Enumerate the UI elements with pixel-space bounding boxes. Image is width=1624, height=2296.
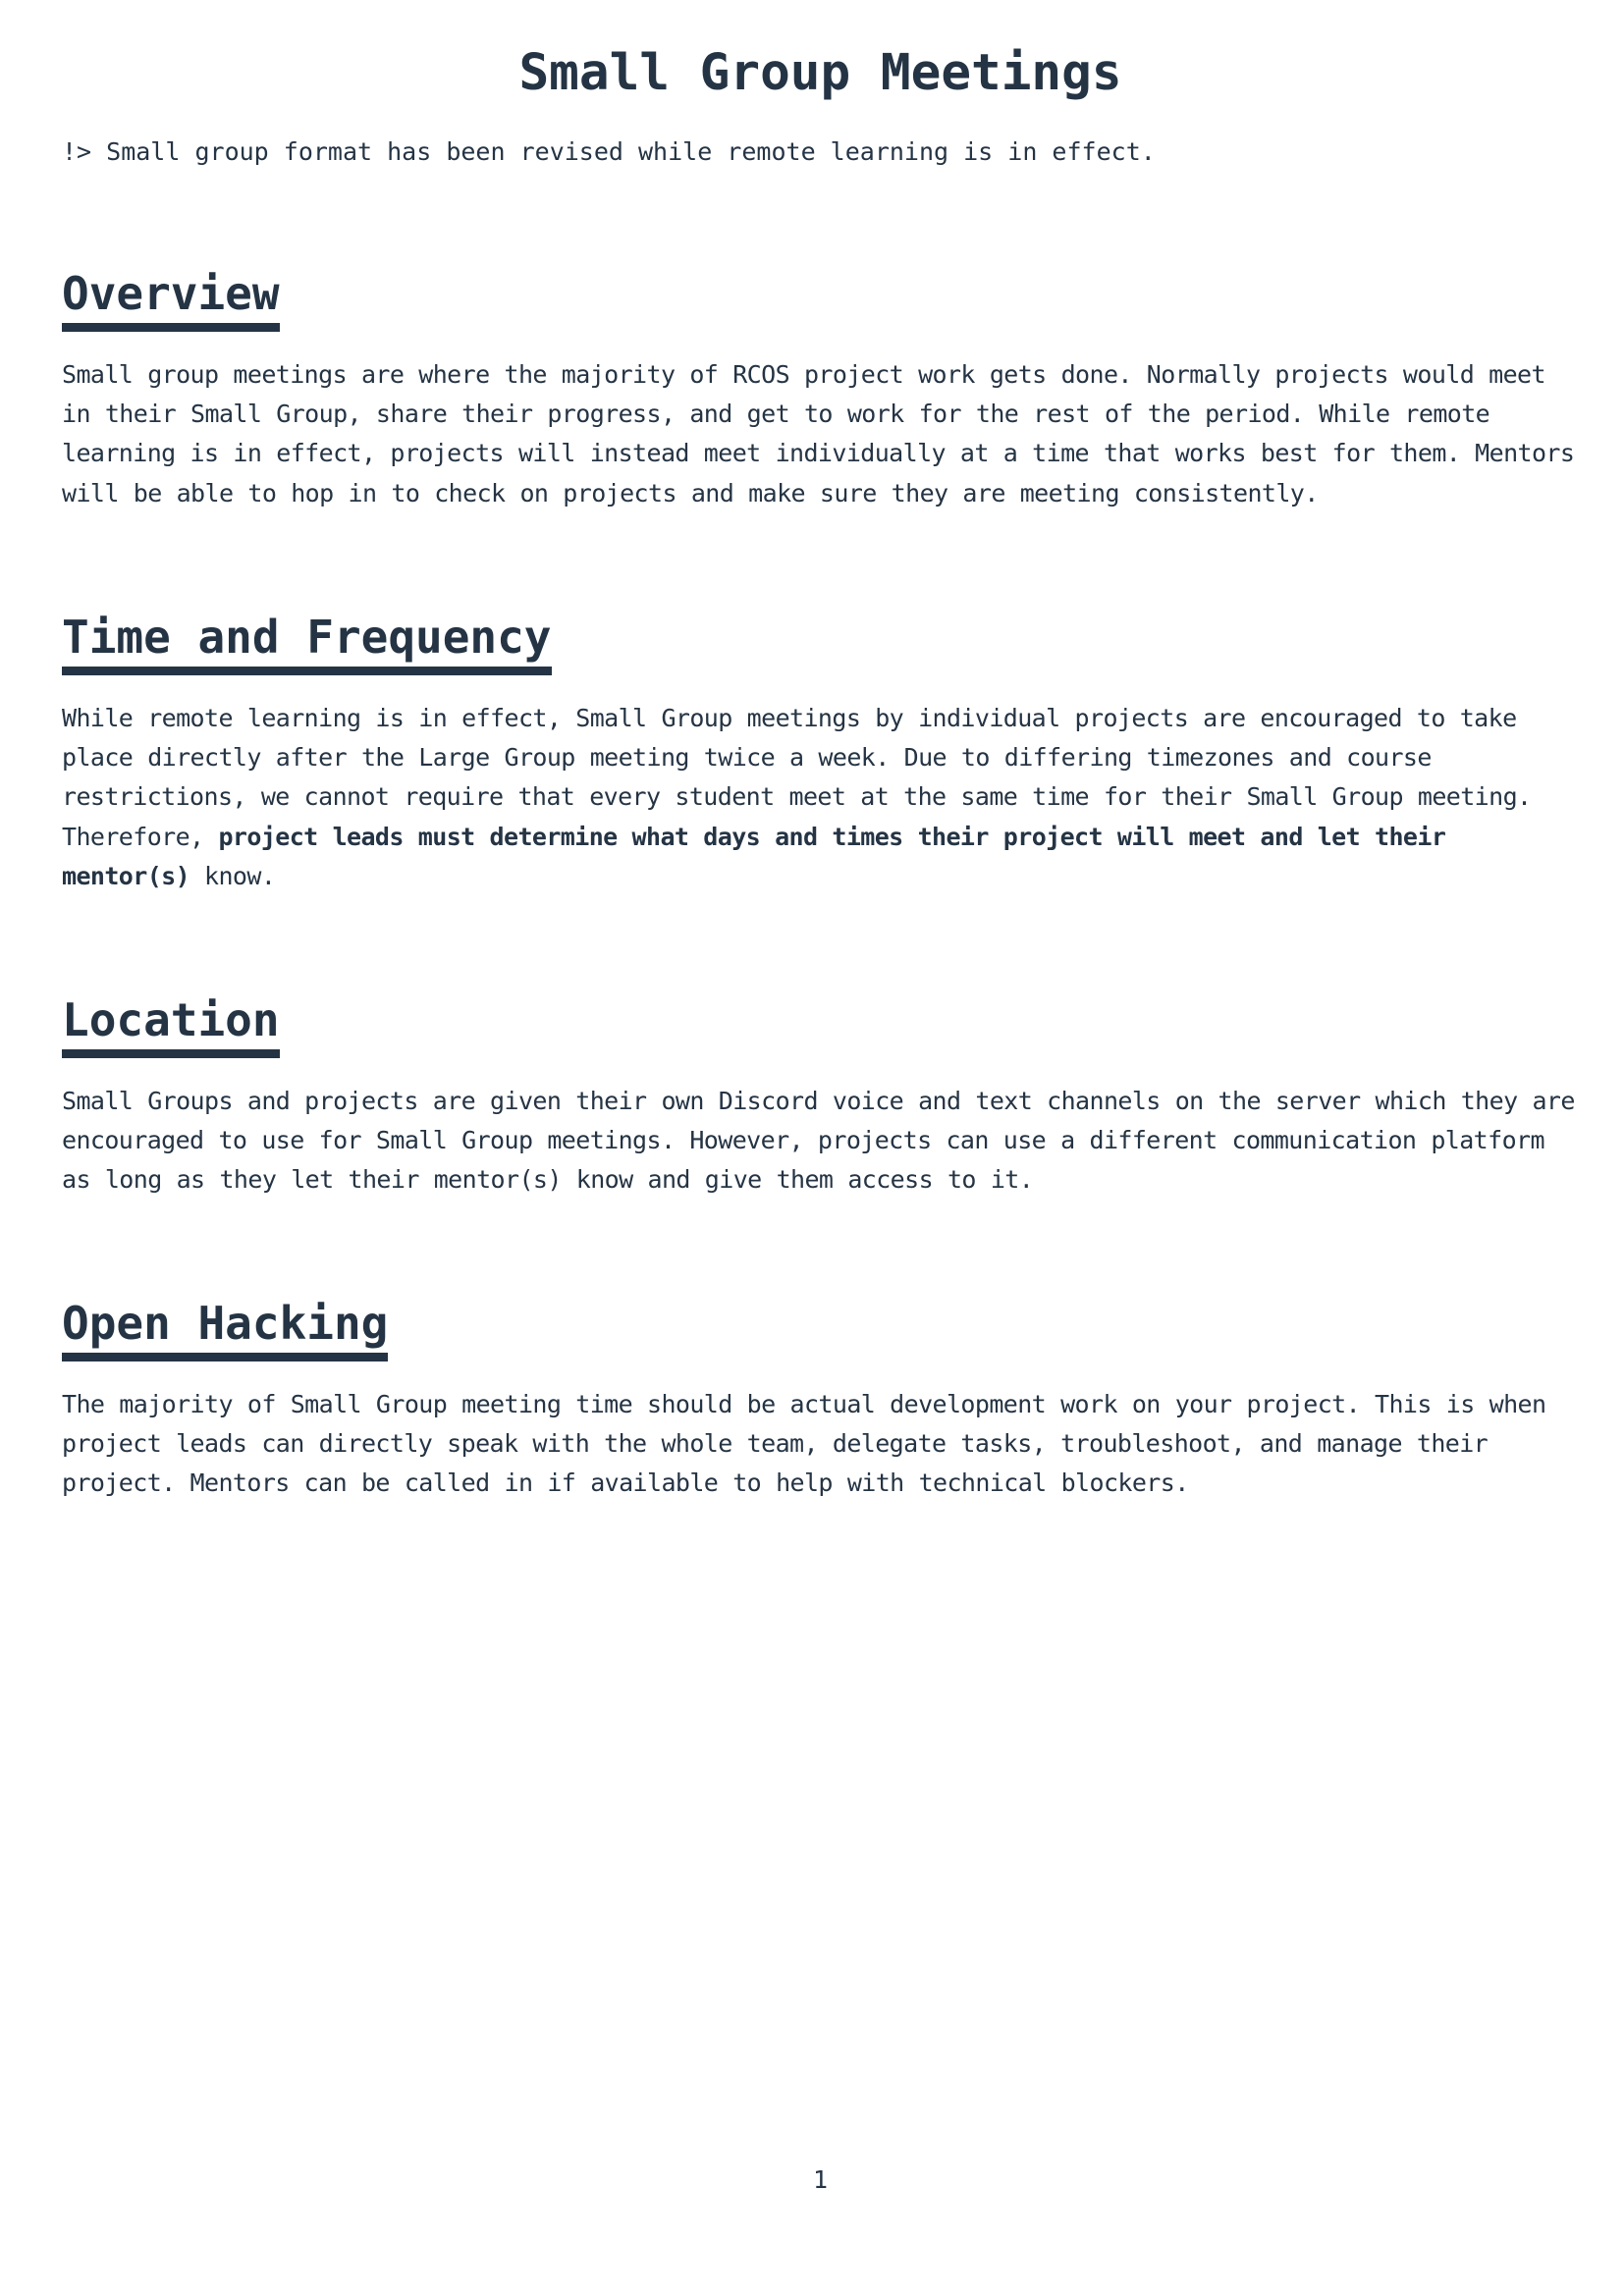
section-body-open-hacking: The majority of Small Group meeting time… [62,1390,1546,1498]
section-heading-time-and-frequency: Time and Frequency [62,609,552,675]
section-overview: Overview Small group meetings are where … [62,265,1579,513]
page-title: Small Group Meetings [518,44,1122,102]
section-heading-open-hacking: Open Hacking [62,1295,389,1362]
section-body-overview: Small group meetings are where the major… [62,360,1575,507]
section-body-location: Small Groups and projects are given thei… [62,1087,1575,1195]
section-open-hacking: Open Hacking The majority of Small Group… [62,1295,1579,1504]
section-time-and-frequency: Time and Frequency While remote learning… [62,609,1579,896]
section-body-time-and-frequency: While remote learning is in effect, Smal… [62,699,1579,896]
section-heading-location: Location [62,991,280,1058]
remote-learning-notice: !> Small group format has been revised w… [62,137,1156,166]
section-heading-overview: Overview [62,265,280,332]
section-location: Location Small Groups and projects are g… [62,991,1579,1201]
page-number: 1 [812,2165,829,2194]
body-text-end: know. [189,861,276,890]
